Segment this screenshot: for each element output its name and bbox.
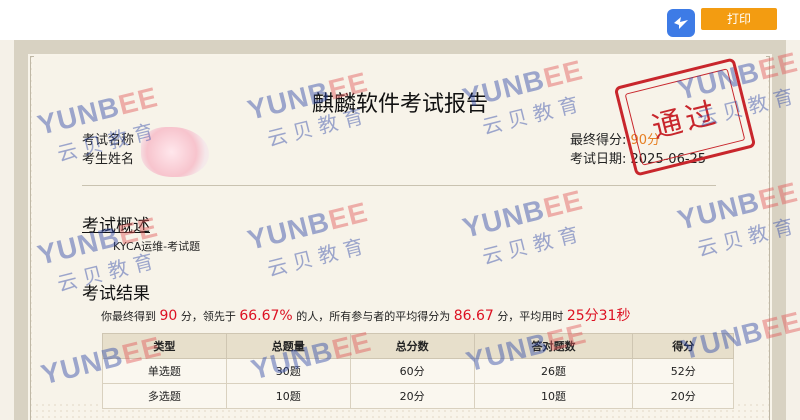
overview-heading: 考试概述 — [82, 216, 150, 236]
table-row: 单选题 30题 60分 26题 52分 — [102, 358, 734, 384]
dove-icon[interactable] — [667, 9, 695, 37]
print-button[interactable]: 打印 — [701, 8, 777, 30]
cell-total-points: 20分 — [349, 383, 475, 409]
col-type: 类型 — [102, 333, 227, 359]
exam-date-label: 考试日期: — [570, 152, 627, 167]
summary-time: 25分31秒 — [566, 308, 631, 324]
cell-correct-count: 10题 — [473, 383, 634, 409]
cell-total-questions: 10题 — [225, 383, 351, 409]
table-header-row: 类型 总题量 总分数 答对题数 得分 — [102, 333, 734, 359]
examinee-name-label: 考生姓名 — [82, 152, 135, 167]
col-score: 得分 — [632, 333, 734, 359]
exam-name-label: 考试名称 — [82, 133, 135, 148]
results-table: 类型 总题量 总分数 答对题数 得分 单选题 30题 60分 26题 52分 多… — [102, 333, 734, 409]
col-total-points: 总分数 — [349, 333, 475, 359]
cell-correct-count: 26题 — [473, 358, 634, 384]
results-heading: 考试结果 — [82, 284, 150, 304]
overview-text: KYCA运维-考试题 — [113, 240, 201, 253]
dove-icon-glyph — [674, 17, 688, 29]
summary-part-2: 分，领先于 — [180, 310, 236, 323]
summary-part-3: 的人，所有参与者的平均得分为 — [296, 310, 451, 323]
cell-score: 52分 — [632, 358, 734, 384]
summary-score: 90 — [159, 308, 178, 324]
summary-part-1: 你最终得到 — [101, 310, 156, 323]
cell-type: 多选题 — [102, 383, 227, 409]
summary-average: 86.67 — [453, 308, 494, 324]
summary-percent: 66.67% — [239, 308, 293, 324]
cell-score: 20分 — [632, 383, 734, 409]
summary-part-4: 分，平均用时 — [497, 310, 564, 323]
header-divider — [82, 185, 716, 186]
cell-type: 单选题 — [102, 358, 227, 384]
col-correct-count: 答对题数 — [473, 333, 634, 359]
pass-stamp-text: 通过 — [648, 95, 724, 146]
redacted-name-blur — [141, 127, 209, 177]
final-score-label: 最终得分: — [570, 133, 627, 148]
col-total-questions: 总题量 — [225, 333, 351, 359]
results-summary: 你最终得到 90 分，领先于 66.67% 的人，所有参与者的平均得分为 86.… — [101, 305, 630, 325]
cell-total-points: 60分 — [349, 358, 475, 384]
table-row: 多选题 10题 20分 10题 20分 — [102, 383, 734, 409]
cell-total-questions: 30题 — [225, 358, 351, 384]
